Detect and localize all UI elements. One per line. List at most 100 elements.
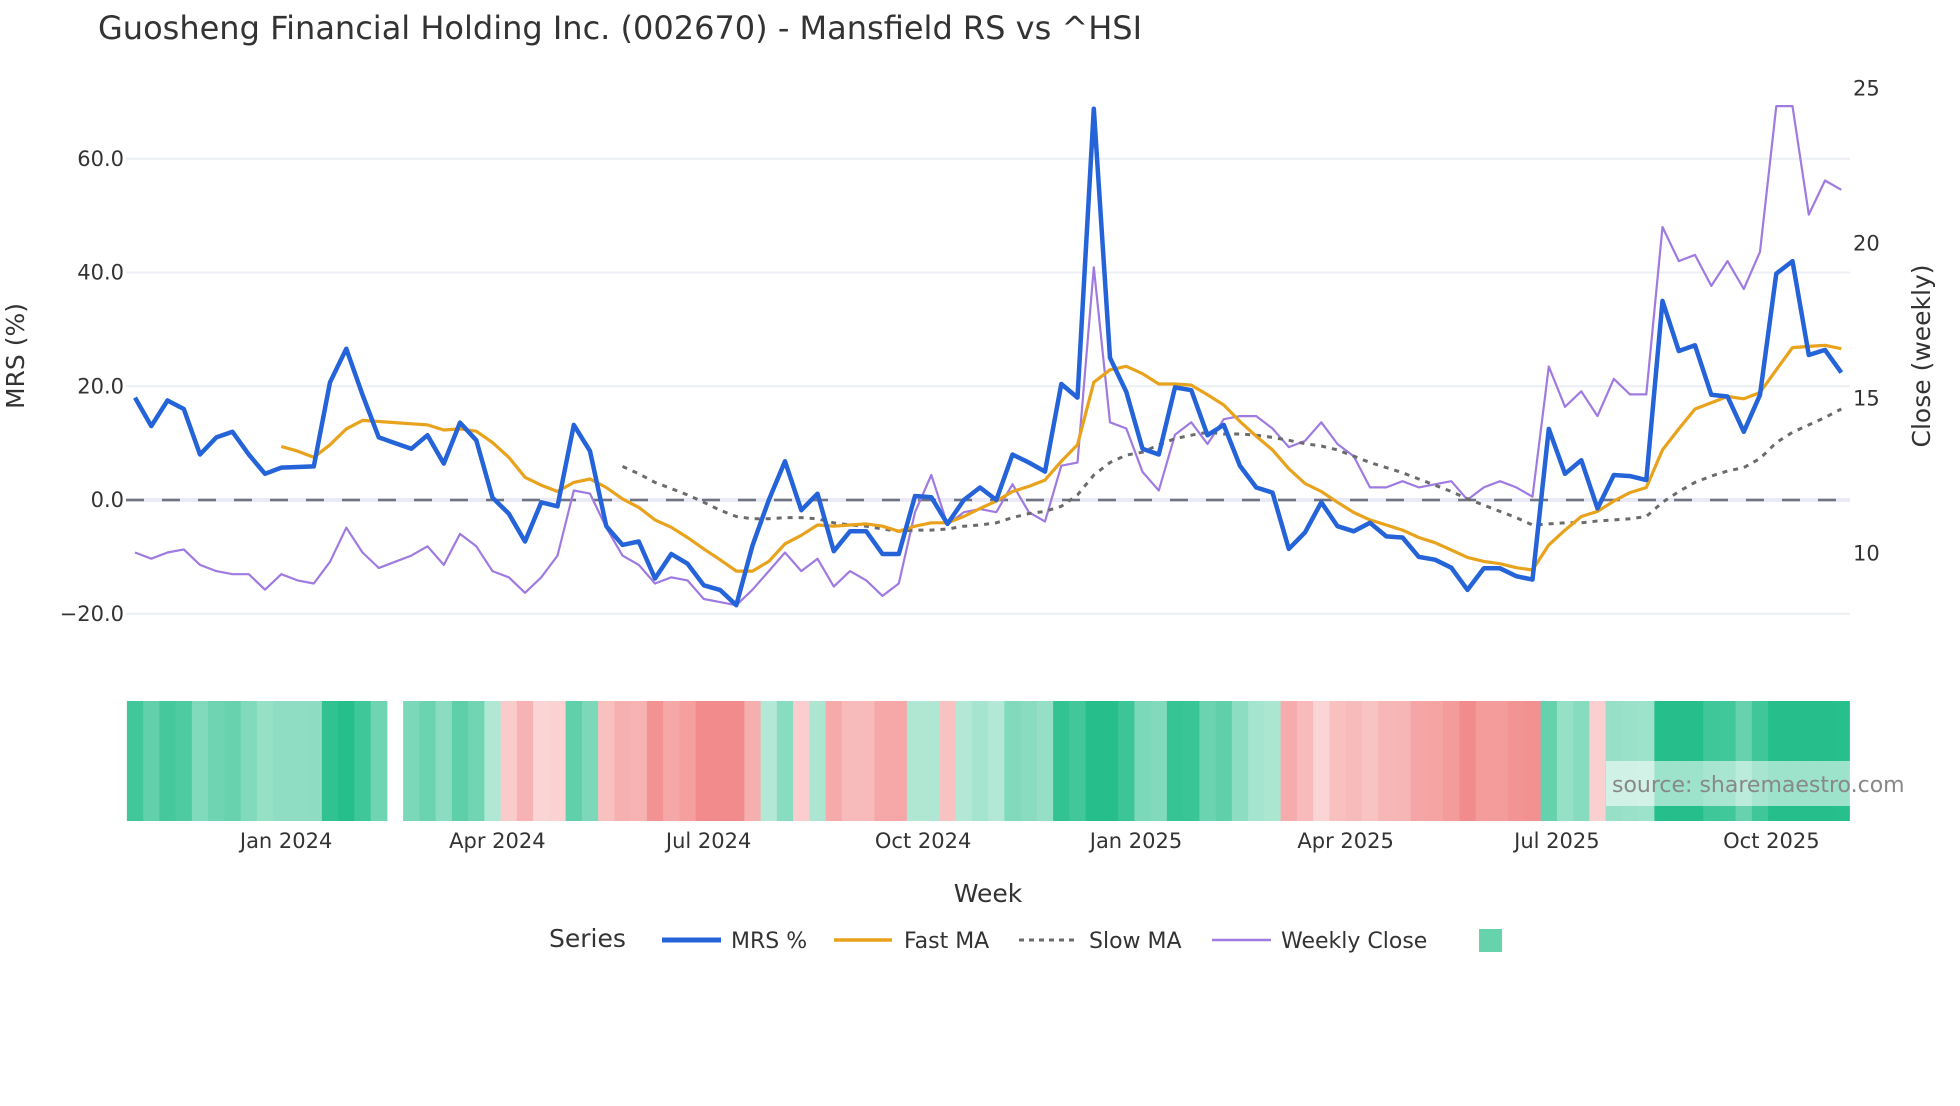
heatmap-cell	[1004, 701, 1022, 821]
heatmap-cell	[305, 701, 323, 821]
heatmap-cell	[1540, 701, 1558, 821]
x-tick-label: Oct 2025	[1723, 829, 1819, 853]
x-tick-label: Apr 2025	[1297, 829, 1393, 853]
y2-tick-label: 10	[1853, 542, 1880, 566]
y-axis-label: MRS (%)	[1, 303, 30, 409]
heatmap-cell	[1199, 701, 1217, 821]
heatmap-cell	[1296, 701, 1314, 821]
heatmap-cell	[191, 701, 209, 821]
heatmap-cell	[858, 701, 875, 821]
source-label: source: sharemaestro.com	[1612, 773, 1905, 798]
heatmap-cell	[419, 701, 437, 821]
x-tick-label: Jul 2025	[1512, 829, 1599, 853]
heatmap-cell	[663, 701, 680, 821]
heatmap-cell	[126, 701, 144, 821]
heatmap-cell	[630, 701, 648, 821]
y-tick-label: 0.0	[91, 488, 124, 512]
heatmap-cell	[549, 701, 567, 821]
heatmap-cell	[1280, 701, 1298, 821]
heatmap-cell	[874, 701, 892, 821]
heatmap-cell	[451, 701, 469, 821]
heatmap-cell	[1443, 701, 1460, 821]
legend-fast-ma-label[interactable]: Fast MA	[904, 929, 989, 954]
heatmap-cell	[1394, 701, 1412, 821]
heatmap-cell	[516, 701, 534, 821]
series-line-weekly-close	[134, 105, 1842, 607]
heatmap-cell	[695, 701, 713, 821]
x-tick-label: Jan 2025	[1088, 829, 1183, 853]
heatmap-cell	[175, 701, 193, 821]
heatmap-cell	[841, 701, 859, 821]
heatmap-cell	[1215, 701, 1233, 821]
heatmap-cell	[468, 701, 485, 821]
heatmap-cell	[338, 701, 355, 821]
heatmap-cell	[906, 701, 924, 821]
heatmap-cell	[955, 701, 973, 821]
heatmap-cell	[1524, 701, 1542, 821]
heatmap-cell	[1426, 701, 1444, 821]
y2-axis-label: Close (weekly)	[1907, 265, 1936, 448]
heatmap-cell	[1410, 701, 1428, 821]
heatmap-cell	[533, 701, 550, 821]
y-tick-label: 20.0	[77, 374, 124, 398]
heatmap-cell	[1361, 701, 1379, 821]
heatmap-cell	[403, 701, 420, 821]
heatmap-cell	[1491, 701, 1509, 821]
y2-tick-label: 25	[1853, 77, 1880, 101]
heatmap-cell	[484, 701, 502, 821]
x-axis-label: Week	[954, 879, 1023, 908]
heatmap-cell	[143, 701, 160, 821]
heatmap-cell	[289, 701, 307, 821]
heatmap-cell	[679, 701, 697, 821]
x-axis-ticks: Jan 2024 Apr 2024 Jul 2024 Oct 2024 Jan 2025…	[238, 829, 1820, 853]
y2-tick-label: 20	[1853, 232, 1880, 256]
x-tick-label: Apr 2024	[449, 829, 545, 853]
heatmap-cell	[614, 701, 632, 821]
heatmap-cell	[1118, 701, 1135, 821]
x-tick-label: Oct 2024	[875, 829, 971, 853]
heatmap-strip	[126, 701, 1850, 821]
heatmap-cell	[208, 701, 225, 821]
legend-mrs-label[interactable]: MRS %	[731, 929, 807, 954]
y-tick-label: 60.0	[77, 147, 124, 171]
heatmap-cell	[1166, 701, 1184, 821]
heatmap-cell	[1069, 701, 1087, 821]
heatmap-cell	[1589, 701, 1607, 821]
x-tick-label: Jan 2024	[238, 829, 333, 853]
legend-slow-ma-label[interactable]: Slow MA	[1089, 929, 1182, 954]
heatmap-cell	[1508, 701, 1525, 821]
chart-title: Guosheng Financial Holding Inc. (002670)…	[98, 9, 1142, 47]
heatmap-cell	[793, 701, 810, 821]
mansfield-rs-chart: Guosheng Financial Holding Inc. (002670)…	[1, 9, 1936, 954]
heatmap-cell	[1345, 701, 1363, 821]
heatmap-cell	[240, 701, 258, 821]
heatmap-cell	[1313, 701, 1330, 821]
heatmap-cell	[825, 701, 843, 821]
heatmap-cell	[1248, 701, 1265, 821]
legend-weekly-close-label[interactable]: Weekly Close	[1281, 929, 1427, 954]
heatmap-cell	[1053, 701, 1070, 821]
y-tick-label: 40.0	[77, 261, 124, 285]
heatmap-cell	[711, 701, 729, 821]
series-lines	[133, 105, 1844, 608]
heatmap-cell	[971, 701, 989, 821]
legend-heatmap-swatch[interactable]	[1479, 929, 1502, 952]
y-tick-label: −20.0	[60, 602, 124, 626]
heatmap-cell	[321, 701, 339, 821]
heatmap-cell	[435, 701, 453, 821]
heatmap-cell	[1085, 701, 1103, 821]
heatmap-cell	[354, 701, 372, 821]
x-tick-label: Jul 2024	[664, 829, 751, 853]
heatmap-cell	[1183, 701, 1200, 821]
heatmap-cell	[1150, 701, 1168, 821]
series-line-slow-ma	[621, 407, 1842, 533]
heatmap-cell	[728, 701, 745, 821]
heatmap-cell	[598, 701, 615, 821]
heatmap-cell	[1556, 701, 1574, 821]
heatmap-cell	[760, 701, 778, 821]
heatmap-cell	[1134, 701, 1152, 821]
heatmap-cell	[890, 701, 908, 821]
legend-title: Series	[549, 924, 626, 953]
heatmap-cell	[744, 701, 762, 821]
heatmap-cell	[1264, 701, 1282, 821]
